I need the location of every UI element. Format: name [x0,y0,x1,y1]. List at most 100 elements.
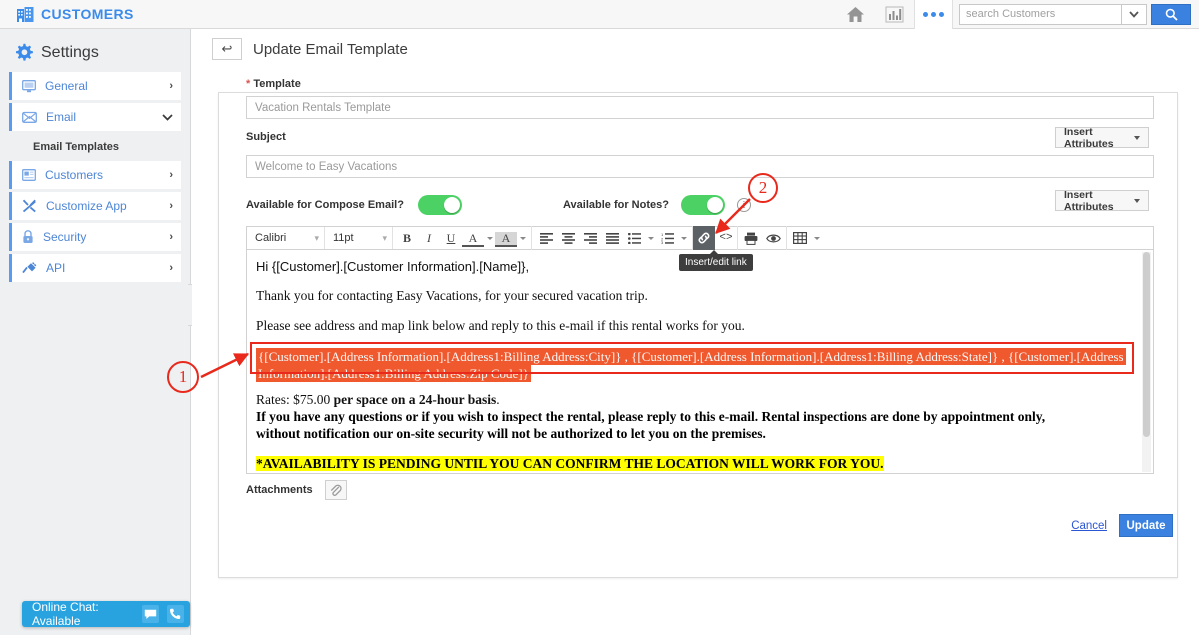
settings-header: Settings [0,29,190,72]
chat-status-label: Online Chat: Available [32,600,99,628]
attachments-label: Attachments [246,484,313,496]
required-asterisk: * [246,78,251,90]
sidebar-item-api[interactable]: API › [9,254,181,282]
chevron-down-icon: ▾ [382,232,387,243]
align-left-icon[interactable] [535,226,557,250]
text-color-chevron-down-icon[interactable] [484,236,495,240]
more-icon[interactable] [914,0,953,29]
text-format-group: B I U A A [393,226,532,250]
rates-bold: per space on a 24-hour basis [333,392,497,407]
insert-attributes-subject-button[interactable]: Insert Attributes [1055,126,1149,150]
sidebar-item-general[interactable]: General › [9,72,181,100]
notes-label: Available for Notes? [563,199,669,211]
editor-body[interactable]: Hi {[Customer].[Customer Information].[N… [246,250,1154,474]
font-size-select[interactable]: 11pt ▾ [325,227,393,249]
attachments-row: Attachments [246,480,347,500]
home-icon[interactable] [836,0,875,29]
editor-toolbar: Calibri ▾ 11pt ▾ B I U A A 1 2 3 <> [246,226,1154,250]
template-input[interactable]: Vacation Rentals Template [246,96,1154,119]
compose-email-toggle[interactable] [417,195,462,215]
paperclip-icon[interactable] [324,480,347,500]
compose-email-label: Available for Compose Email? [246,199,404,211]
chevron-down-icon [1134,198,1140,203]
chevron-right-icon: › [169,200,173,212]
plug-icon [22,261,37,275]
align-justify-icon[interactable] [601,226,623,250]
brand-title: CUSTOMERS [41,6,134,22]
top-bar: CUSTOMERS search Customers [0,0,1199,29]
annotation-marker-1: 1 [167,361,199,393]
align-center-icon[interactable] [557,226,579,250]
page-header: ↩ Update Email Template [192,29,1199,69]
notice-line-2: without notification our on-site securit… [256,426,766,441]
envelope-icon [22,111,37,123]
subject-label: Subject [246,131,286,143]
annotation-arrow-1 [200,352,250,379]
address-selected-text: {[Customer].[Address Information].[Addre… [256,348,1126,382]
top-bar-actions: search Customers [836,0,1199,29]
italic-button[interactable]: I [418,226,440,250]
chevron-right-icon: › [169,169,173,181]
highlight-chevron-down-icon[interactable] [517,236,528,240]
back-button[interactable]: ↩ [212,38,242,60]
settings-nav: General › Email Email Templates Customer… [0,72,190,282]
sidebar-item-security[interactable]: Security › [9,223,181,251]
search-area: search Customers [959,3,1191,25]
chevron-right-icon: › [169,262,173,274]
chat-bubble-icon[interactable] [141,605,159,623]
rates-prefix: Rates: $75.00 [256,392,334,407]
sidebar-item-email[interactable]: Email [9,103,181,131]
sidebar-item-customers[interactable]: Customers › [9,161,181,189]
chevron-right-icon: › [169,231,173,243]
sidebar-item-label: API [46,261,66,275]
align-right-icon[interactable] [579,226,601,250]
online-chat-widget[interactable]: Online Chat: Available [22,600,190,628]
search-button[interactable] [1151,3,1191,25]
numbered-list-icon[interactable]: 123 [656,226,678,250]
table-icon[interactable] [789,226,811,250]
lock-icon [22,230,34,244]
paragraph-1: Thank you for contacting Easy Vacations,… [256,288,648,303]
template-label-text: Template [253,78,301,90]
highlight-color-button[interactable]: A [495,231,517,247]
eye-icon[interactable] [762,226,784,250]
phone-icon[interactable] [166,605,184,623]
chevron-down-icon [162,113,173,121]
font-family-select[interactable]: Calibri ▾ [247,227,325,249]
chart-icon[interactable] [875,0,914,29]
search-input[interactable]: search Customers [959,3,1121,25]
search-dropdown-chevron-icon[interactable] [1121,3,1147,25]
bullet-list-icon[interactable] [623,226,645,250]
sidebar-sub-label: Email Templates [33,141,119,153]
gear-icon [14,43,33,62]
sidebar-item-customize-app[interactable]: Customize App › [9,192,181,220]
numbered-list-chevron-down-icon[interactable] [678,236,689,240]
page-title: Update Email Template [253,40,408,58]
template-label: * Template [246,78,301,90]
table-chevron-down-icon[interactable] [811,236,822,240]
chevron-down-icon [1134,135,1140,140]
sidebar-item-label: Email [46,110,77,124]
underline-button[interactable]: U [440,226,462,250]
editor-scrollbar[interactable] [1142,252,1151,472]
card-icon [22,169,36,181]
rates-paragraph: Rates: $75.00 per space on a 24-hour bas… [256,392,1139,408]
font-size-value: 11pt [333,232,354,244]
update-button[interactable]: Update [1119,514,1173,537]
sidebar-item-label: Security [43,230,87,244]
subject-input[interactable]: Welcome to Easy Vacations [246,155,1154,178]
scrollbar-thumb[interactable] [1143,252,1150,437]
compose-email-toggle-group: Available for Compose Email? [246,195,462,215]
chevron-right-icon: › [169,80,173,92]
insert-attributes-label: Insert Attributes [1064,188,1114,213]
svg-text:3: 3 [661,240,664,244]
cancel-button[interactable]: Cancel [1071,520,1107,532]
bullet-list-chevron-down-icon[interactable] [645,236,656,240]
monitor-icon [22,79,36,93]
brand: CUSTOMERS [0,6,134,22]
font-family-value: Calibri [255,232,287,244]
availability-paragraph: *AVAILABILITY IS PENDING UNTIL YOU CAN C… [256,455,1139,472]
text-color-button[interactable]: A [462,231,484,247]
bold-button[interactable]: B [396,226,418,250]
insert-attributes-body-button[interactable]: Insert Attributes [1055,188,1149,213]
